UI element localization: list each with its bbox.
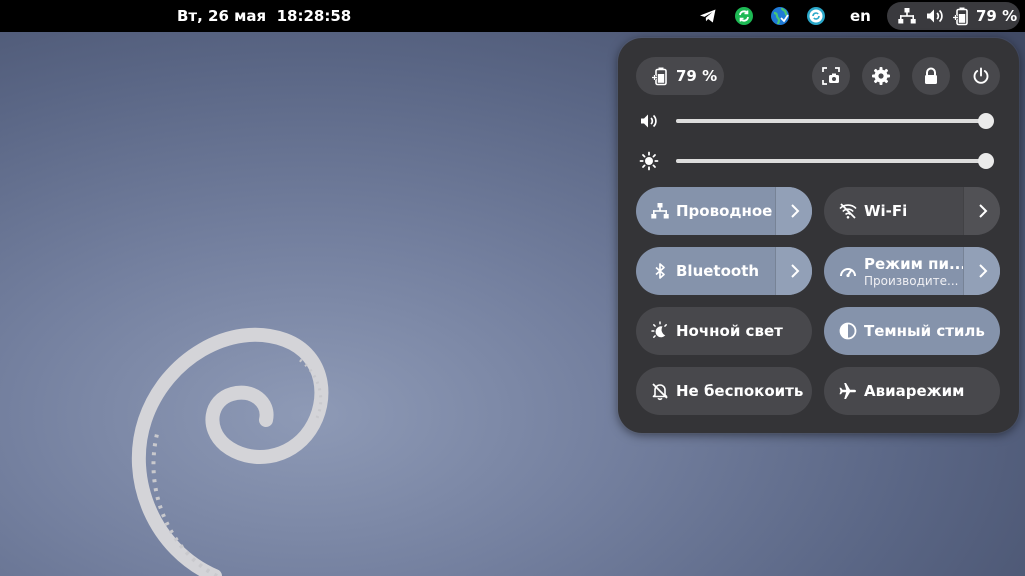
sync-icon[interactable] [734,6,754,26]
battery-status-button[interactable]: 79 % [636,57,724,95]
dark-style-icon [839,322,857,340]
toggle-bluetooth-menu-button[interactable] [775,247,812,295]
toggle-bluetooth-button[interactable]: Bluetooth [636,247,775,295]
quick-settings-panel: 79 % Проводное Wi-Fi Bluetooth Режим пи.… [618,38,1019,433]
brightness-slider-fill [676,159,986,163]
night-light-icon [651,321,667,338]
toggle-wired: Проводное [636,187,812,235]
brightness-slider-knob[interactable] [978,153,994,169]
toggle-wifi-menu-button[interactable] [963,187,1000,235]
lock-icon [925,67,937,84]
system-menu-button[interactable]: 79 % [887,2,1020,30]
network-icon [898,8,916,24]
screenshot-icon [822,67,840,85]
screenshot-button[interactable] [812,57,850,95]
brightness-slider-row [636,149,1001,173]
toggle-label: Проводное [676,202,773,220]
battery-percent-label: 79 % [676,67,718,85]
volume-slider-row [636,109,1001,133]
battery-icon [652,67,667,86]
toggle-label: Темный стиль [864,322,985,340]
toggle-bluetooth: Bluetooth [636,247,812,295]
power-mode-icon [840,268,856,278]
keyboard-layout-indicator[interactable]: en [850,0,871,32]
bell-off-icon [652,383,668,401]
toggle-dark-style[interactable]: Темный стиль [824,307,1000,355]
battery-percent-label: 79 % [976,7,1018,25]
toggle-label: Ночной свет [676,322,783,340]
toggle-night-light[interactable]: Ночной свет [636,307,812,355]
chevron-right-icon [979,264,988,278]
volume-slider[interactable] [676,113,994,129]
volume-slider-fill [676,119,986,123]
toggle-power-mode-button[interactable]: Режим пи... Производите... [824,247,967,295]
refresh-icon[interactable] [806,6,826,26]
toggle-airplane-mode[interactable]: Авиарежим [824,367,1000,415]
chevron-right-icon [791,264,800,278]
toggle-dark-style-button[interactable]: Темный стиль [824,307,1000,355]
brightness-icon [639,151,659,171]
power-button[interactable] [962,57,1000,95]
toggle-wifi-button[interactable]: Wi-Fi [824,187,963,235]
toggle-wired-button[interactable]: Проводное [636,187,775,235]
earth-icon[interactable] [770,6,790,26]
power-icon [973,67,989,84]
clock[interactable]: Вт, 26 мая 18:28:58 [177,0,351,32]
toggle-wired-menu-button[interactable] [775,187,812,235]
settings-button[interactable] [862,57,900,95]
toggle-label: Не беспокоить [676,382,804,400]
network-icon [651,203,669,219]
toggle-power-mode-menu-button[interactable] [963,247,1000,295]
top-bar: Вт, 26 мая 18:28:58 en 79 % [0,0,1025,32]
volume-slider-knob[interactable] [978,113,994,129]
volume-icon [927,9,943,23]
toggle-wifi: Wi-Fi [824,187,1000,235]
toggle-label: Wi-Fi [864,202,908,220]
bluetooth-icon [655,263,665,279]
toggle-label: Режим пи... [864,255,967,273]
toggle-airplane-mode-button[interactable]: Авиарежим [824,367,1000,415]
volume-icon [641,114,657,128]
airplane-icon [839,383,856,399]
toggle-do-not-disturb[interactable]: Не беспокоить [636,367,812,415]
toggle-label: Авиарежим [864,382,965,400]
lock-button[interactable] [912,57,950,95]
toggle-sublabel: Производите... [864,274,959,288]
toggle-label: Bluetooth [676,262,760,280]
toggle-power-mode: Режим пи... Производите... [824,247,1000,295]
wifi-off-icon [839,203,857,219]
toggle-do-not-disturb-button[interactable]: Не беспокоить [636,367,812,415]
telegram-icon[interactable] [698,6,718,26]
toggle-night-light-button[interactable]: Ночной свет [636,307,812,355]
debian-swirl-logo [131,327,329,576]
brightness-slider[interactable] [676,153,994,169]
chevron-right-icon [979,204,988,218]
chevron-right-icon [791,204,800,218]
battery-icon [953,7,968,26]
settings-icon [872,67,890,85]
